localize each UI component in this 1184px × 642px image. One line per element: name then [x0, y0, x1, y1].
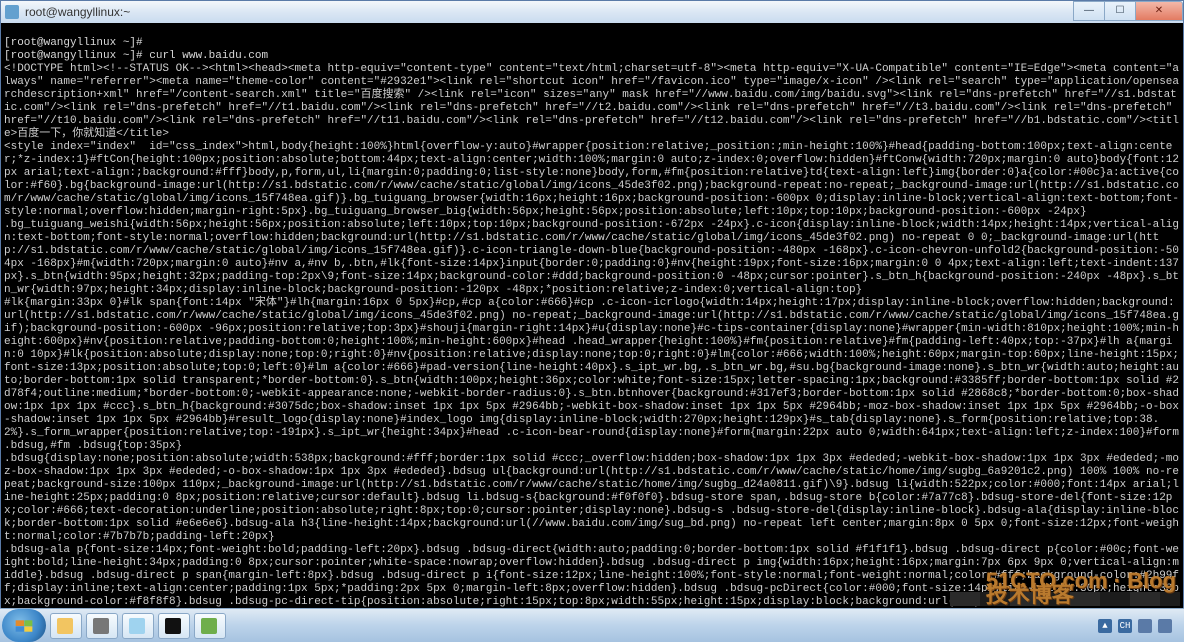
task-buttons	[46, 613, 226, 639]
prompt-symbol: #	[136, 50, 143, 62]
watermark: 51CTO.com · Blog 技术博客	[986, 574, 1176, 602]
titlebar[interactable]: root@wangyllinux:~ — ☐ ✕	[1, 1, 1183, 23]
putty-icon	[5, 5, 19, 19]
prompt-user: [root@wangyllinux ~]	[4, 37, 136, 49]
task-terminal-icon	[165, 618, 181, 634]
task-putty-icon	[93, 618, 109, 634]
task-notepad[interactable]	[122, 613, 154, 639]
taskbar[interactable]: ▲ CH	[0, 608, 1184, 642]
task-explorer[interactable]	[50, 613, 82, 639]
terminal-window: root@wangyllinux:~ — ☐ ✕ [root@wangyllin…	[0, 0, 1184, 609]
task-app-icon	[201, 618, 217, 634]
task-explorer-icon	[57, 618, 73, 634]
system-tray[interactable]: ▲ CH	[1098, 619, 1184, 633]
close-button[interactable]: ✕	[1135, 1, 1183, 21]
task-notepad-icon	[129, 618, 145, 634]
prompt-user: [root@wangyllinux ~]	[4, 50, 136, 62]
windows-logo-icon	[16, 620, 33, 631]
maximize-button[interactable]: ☐	[1104, 1, 1136, 21]
tray-sound-icon[interactable]	[1158, 619, 1172, 633]
prompt-symbol: #	[136, 37, 143, 49]
start-button[interactable]	[2, 609, 46, 642]
window-title: root@wangyllinux:~	[25, 5, 1179, 19]
task-app[interactable]	[194, 613, 226, 639]
tray-lang-indicator[interactable]: CH	[1118, 619, 1132, 633]
command-text: curl www.baidu.com	[149, 50, 268, 62]
terminal-output[interactable]: [root@wangyllinux ~]# [root@wangyllinux …	[1, 23, 1183, 608]
tray-up-icon[interactable]: ▲	[1098, 619, 1112, 633]
tray-network-icon[interactable]	[1138, 619, 1152, 633]
minimize-button[interactable]: —	[1073, 1, 1105, 21]
task-putty[interactable]	[86, 613, 118, 639]
curl-response: <!DOCTYPE html><!--STATUS OK--><html><he…	[4, 63, 1183, 608]
task-terminal[interactable]	[158, 613, 190, 639]
